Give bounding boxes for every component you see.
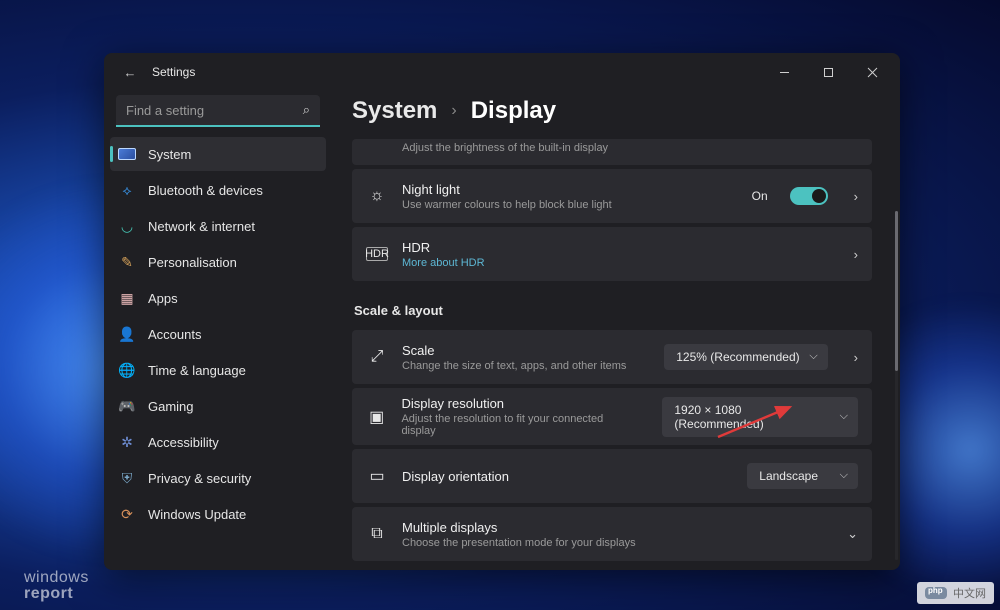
maximize-button[interactable] [806, 57, 850, 87]
orientation-icon: ▭ [366, 466, 388, 486]
scrollbar-thumb[interactable] [895, 211, 898, 371]
sidebar-item-time[interactable]: 🌐 Time & language [110, 353, 326, 387]
resolution-dropdown[interactable]: 1920 × 1080 (Recommended) [662, 397, 858, 437]
titlebar: ← Settings [104, 53, 900, 91]
sidebar-item-label: Accounts [148, 327, 201, 342]
minimize-button[interactable] [762, 57, 806, 87]
sidebar: Find a setting ⌕ System ⟡ Bluetooth & de… [104, 91, 332, 570]
settings-window: ← Settings Find a setting ⌕ System ⟡ Blu… [104, 53, 900, 570]
chevron-right-icon: › [451, 102, 456, 120]
close-button[interactable] [850, 57, 894, 87]
sidebar-item-label: Personalisation [148, 255, 237, 270]
card-orientation[interactable]: ▭ Display orientation Landscape [352, 449, 872, 503]
wifi-icon: ◡ [118, 217, 136, 235]
breadcrumb: System › Display [352, 91, 876, 139]
sidebar-item-label: Time & language [148, 363, 246, 378]
brush-icon: ✎ [118, 253, 136, 271]
sidebar-item-network[interactable]: ◡ Network & internet [110, 209, 326, 243]
card-sub: Adjust the resolution to fit your connec… [401, 413, 634, 437]
card-resolution[interactable]: ▣ Display resolution Adjust the resoluti… [352, 388, 872, 445]
display-icon [118, 145, 136, 163]
multiple-displays-icon: ⧉ [366, 525, 388, 543]
shield-icon: ⛨ [118, 469, 136, 487]
card-night-light[interactable]: ☼ Night light Use warmer colours to help… [352, 169, 872, 223]
person-icon: 👤 [118, 325, 136, 343]
search-icon: ⌕ [303, 102, 310, 118]
card-title: HDR [402, 240, 485, 255]
sidebar-item-label: Network & internet [148, 219, 255, 234]
sidebar-item-privacy[interactable]: ⛨ Privacy & security [110, 461, 326, 495]
card-sub: Change the size of text, apps, and other… [402, 360, 626, 372]
source-badge: 中文网 [917, 582, 994, 604]
card-title: Multiple displays [402, 520, 636, 535]
sidebar-item-personalisation[interactable]: ✎ Personalisation [110, 245, 326, 279]
card-title: Night light [402, 182, 612, 197]
card-sub: Choose the presentation mode for your di… [402, 537, 636, 549]
chevron-right-icon: › [854, 247, 858, 262]
sidebar-item-label: Accessibility [148, 435, 219, 450]
card-title: Scale [402, 343, 626, 358]
sidebar-item-system[interactable]: System [110, 137, 326, 171]
orientation-dropdown[interactable]: Landscape [747, 463, 858, 489]
night-light-toggle[interactable] [790, 187, 828, 205]
accessibility-icon: ✲ [118, 433, 136, 451]
breadcrumb-parent[interactable]: System [352, 97, 437, 125]
sidebar-item-label: System [148, 147, 191, 162]
night-light-icon: ☼ [366, 187, 388, 205]
globe-icon: 🌐 [118, 361, 136, 379]
chevron-right-icon: › [854, 350, 858, 365]
sidebar-item-bluetooth[interactable]: ⟡ Bluetooth & devices [110, 173, 326, 207]
card-scale[interactable]: ⤢ Scale Change the size of text, apps, a… [352, 330, 872, 384]
card-multiple-displays[interactable]: ⧉ Multiple displays Choose the presentat… [352, 507, 872, 561]
sidebar-item-label: Windows Update [148, 507, 246, 522]
section-header: Scale & layout [354, 303, 872, 318]
sidebar-item-label: Apps [148, 291, 178, 306]
card-sub: Use warmer colours to help block blue li… [402, 199, 612, 211]
search-input[interactable]: Find a setting ⌕ [116, 95, 320, 127]
card-title: Display resolution [401, 396, 634, 411]
sidebar-item-gaming[interactable]: 🎮 Gaming [110, 389, 326, 423]
card-hdr[interactable]: HDR HDR More about HDR › [352, 227, 872, 281]
scale-dropdown[interactable]: 125% (Recommended) [664, 344, 827, 370]
window-title: Settings [152, 65, 195, 79]
chevron-right-icon: › [854, 189, 858, 204]
sidebar-item-update[interactable]: ⟳ Windows Update [110, 497, 326, 531]
apps-icon: ▦ [118, 289, 136, 307]
card-title: Display orientation [402, 469, 509, 484]
back-button[interactable]: ← [118, 65, 142, 80]
sidebar-item-label: Privacy & security [148, 471, 251, 486]
sidebar-item-label: Gaming [148, 399, 194, 414]
php-logo-icon [925, 587, 947, 599]
sidebar-item-accounts[interactable]: 👤 Accounts [110, 317, 326, 351]
sidebar-item-label: Bluetooth & devices [148, 183, 263, 198]
sidebar-item-accessibility[interactable]: ✲ Accessibility [110, 425, 326, 459]
search-placeholder: Find a setting [126, 103, 303, 118]
card-brightness[interactable]: Adjust the brightness of the built-in di… [352, 139, 872, 165]
chevron-down-icon: ⌄ [847, 526, 858, 542]
gaming-icon: 🎮 [118, 397, 136, 415]
bluetooth-icon: ⟡ [118, 181, 136, 199]
update-icon: ⟳ [118, 505, 136, 523]
card-sub: Adjust the brightness of the built-in di… [402, 142, 608, 154]
breadcrumb-current: Display [471, 97, 556, 125]
toggle-state-label: On [752, 189, 768, 203]
hdr-more-link[interactable]: More about HDR [402, 257, 485, 269]
main-panel: System › Display Adjust the brightness o… [332, 91, 900, 570]
watermark: windowsreport [24, 570, 89, 602]
sidebar-item-apps[interactable]: ▦ Apps [110, 281, 326, 315]
scale-icon: ⤢ [366, 348, 388, 366]
resolution-icon: ▣ [366, 407, 387, 427]
hdr-icon: HDR [366, 247, 388, 261]
